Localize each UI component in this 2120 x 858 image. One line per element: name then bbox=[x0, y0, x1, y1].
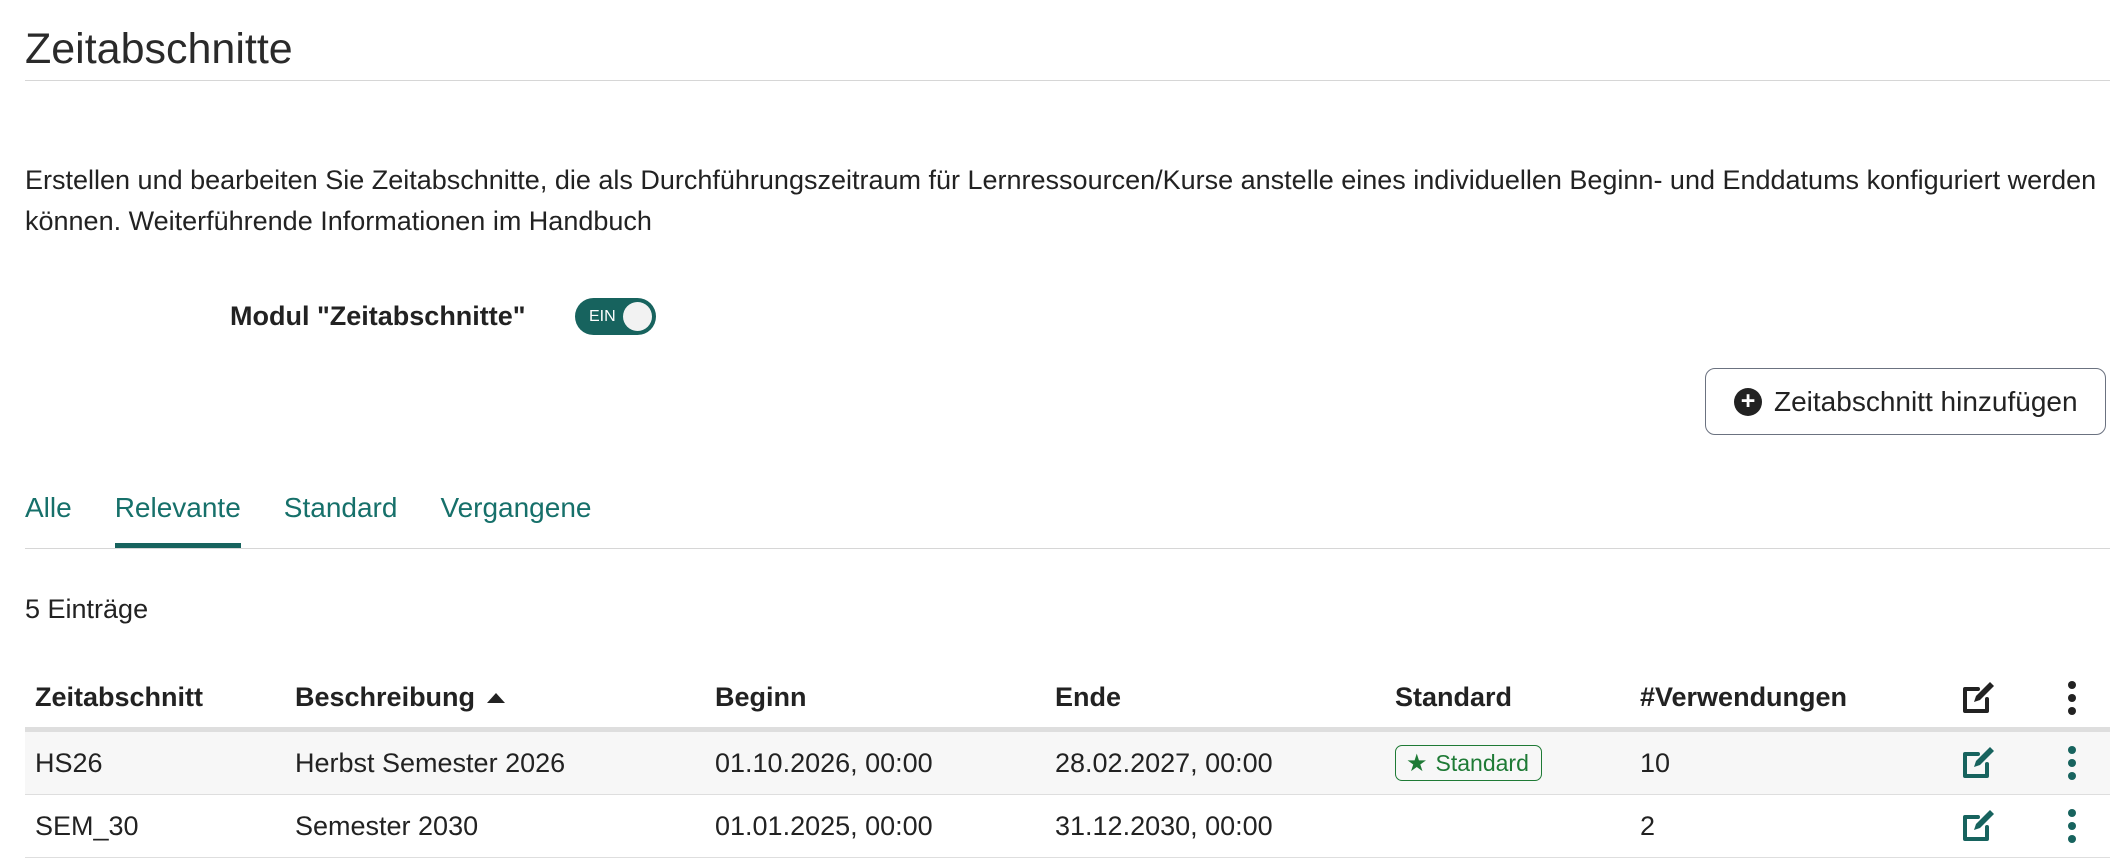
table-row[interactable]: SEM_30 Semester 2030 01.01.2025, 00:00 3… bbox=[25, 795, 2110, 858]
module-toggle[interactable]: EIN bbox=[575, 298, 656, 335]
edit-icon bbox=[1963, 810, 1994, 841]
handbook-link[interactable]: Weiterführende Informationen im Handbuch bbox=[129, 206, 652, 236]
sort-ascending-icon bbox=[487, 692, 506, 703]
tab-relevante[interactable]: Relevante bbox=[114, 488, 241, 548]
row-more-button[interactable] bbox=[2065, 795, 2079, 857]
tab-vergangene[interactable]: Vergangene bbox=[440, 488, 591, 548]
tab-alle[interactable]: Alle bbox=[25, 488, 72, 548]
add-period-button[interactable]: + Zeitabschnitt hinzufügen bbox=[1705, 368, 2106, 435]
row-start: 01.01.2025, 00:00 bbox=[715, 810, 933, 841]
row-more-button[interactable] bbox=[2065, 732, 2079, 794]
column-header-edit[interactable] bbox=[1960, 668, 1996, 727]
row-default: ★ Standard bbox=[1395, 732, 1542, 794]
tab-standard[interactable]: Standard bbox=[284, 488, 398, 548]
default-badge: ★ Standard bbox=[1395, 745, 1542, 781]
column-header-start[interactable]: Beginn bbox=[715, 668, 807, 727]
row-name: HS26 bbox=[35, 747, 103, 778]
column-header-default[interactable]: Standard bbox=[1395, 668, 1512, 727]
column-header-name[interactable]: Zeitabschnitt bbox=[35, 668, 203, 727]
row-edit-button[interactable] bbox=[1960, 732, 1996, 794]
add-period-label: Zeitabschnitt hinzufügen bbox=[1774, 385, 2078, 417]
column-header-description-label: Beschreibung bbox=[295, 682, 476, 712]
row-usages: 10 bbox=[1640, 747, 1671, 778]
periods-table: Zeitabschnitt Beschreibung Beginn Ende S… bbox=[25, 668, 2110, 858]
row-description: Herbst Semester 2026 bbox=[295, 747, 566, 778]
plus-circle-icon: + bbox=[1734, 387, 1762, 416]
column-header-end[interactable]: Ende bbox=[1055, 668, 1121, 727]
page-title: Zeitabschnitte bbox=[25, 25, 293, 73]
page-description: Erstellen und bearbeiten Sie Zeitabschni… bbox=[25, 160, 2105, 242]
row-start: 01.10.2026, 00:00 bbox=[715, 747, 933, 778]
more-options-icon bbox=[2065, 809, 2079, 843]
filter-tabs: Alle Relevante Standard Vergangene bbox=[25, 488, 634, 548]
entry-count: 5 Einträge bbox=[25, 594, 149, 624]
toggle-knob bbox=[623, 302, 652, 331]
edit-icon bbox=[1963, 747, 1994, 778]
more-options-icon bbox=[2065, 746, 2079, 780]
row-end: 31.12.2030, 00:00 bbox=[1055, 810, 1273, 841]
row-description: Semester 2030 bbox=[295, 810, 479, 841]
row-end: 28.02.2027, 00:00 bbox=[1055, 747, 1273, 778]
more-options-icon bbox=[2065, 680, 2079, 715]
toggle-state-label: EIN bbox=[589, 308, 616, 325]
row-edit-button[interactable] bbox=[1960, 795, 1996, 857]
table-row[interactable]: HS26 Herbst Semester 2026 01.10.2026, 00… bbox=[25, 732, 2110, 795]
row-name: SEM_30 bbox=[35, 810, 139, 841]
default-badge-label: Standard bbox=[1435, 749, 1529, 776]
edit-icon bbox=[1963, 681, 1994, 713]
column-header-usages[interactable]: #Verwendungen bbox=[1640, 668, 1847, 727]
row-usages: 2 bbox=[1640, 810, 1656, 841]
column-header-description[interactable]: Beschreibung bbox=[295, 668, 506, 727]
module-label: Modul "Zeitabschnitte" bbox=[230, 301, 526, 331]
column-header-more[interactable] bbox=[2065, 668, 2079, 727]
title-divider bbox=[25, 80, 2110, 81]
tabs-divider bbox=[25, 548, 2110, 549]
star-icon: ★ bbox=[1406, 749, 1428, 777]
table-header-row: Zeitabschnitt Beschreibung Beginn Ende S… bbox=[25, 668, 2110, 732]
